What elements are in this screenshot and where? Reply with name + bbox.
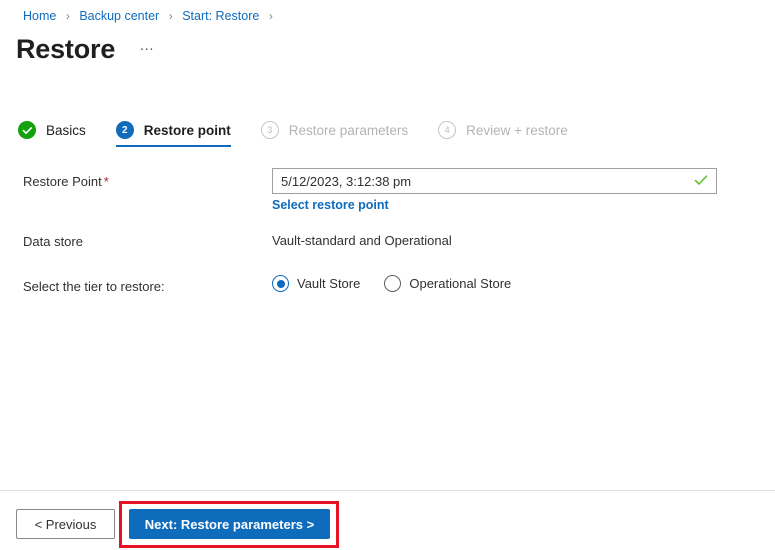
- breadcrumb-separator-icon: ›: [268, 9, 273, 23]
- restore-point-label-text: Restore Point: [23, 174, 102, 189]
- more-options-icon[interactable]: …: [135, 37, 159, 55]
- breadcrumb: Home › Backup center › Start: Restore ›: [23, 8, 279, 24]
- tab-restore-parameters-label: Restore parameters: [288, 122, 409, 138]
- tab-restore-point-label: Restore point: [143, 122, 231, 138]
- radio-unselected-icon: [384, 275, 402, 292]
- restore-point-label: Restore Point *: [23, 168, 272, 191]
- active-tab-underline: [115, 145, 231, 147]
- form-row-data-store: Data store Vault-standard and Operationa…: [23, 228, 452, 251]
- tab-restore-point[interactable]: 2 Restore point: [115, 113, 231, 147]
- form-row-restore-point: Restore Point* Select restore point: [23, 168, 717, 214]
- restore-point-input-wrapper: [272, 168, 717, 194]
- select-restore-point-link[interactable]: Select restore point: [272, 198, 389, 212]
- step-number-badge: 2: [115, 121, 134, 139]
- form-row-tier: Select the tier to restore: Vault Store …: [23, 273, 535, 296]
- breadcrumb-separator-icon: ›: [65, 9, 70, 23]
- step-number-badge: 4: [438, 121, 457, 139]
- previous-button[interactable]: < Previous: [16, 509, 115, 539]
- restore-point-input[interactable]: [272, 168, 717, 194]
- step-number-badge: 3: [260, 121, 279, 139]
- page-header: Restore …: [16, 33, 159, 65]
- radio-selected-icon: [272, 275, 289, 292]
- next-restore-parameters-button[interactable]: Next: Restore parameters >: [129, 509, 330, 539]
- tab-basics[interactable]: Basics: [18, 113, 86, 147]
- breadcrumb-item-home[interactable]: Home: [23, 9, 56, 23]
- radio-operational-store[interactable]: Operational Store: [384, 275, 511, 292]
- tab-review-restore[interactable]: 4 Review + restore: [438, 113, 568, 147]
- tab-restore-parameters[interactable]: 3 Restore parameters: [260, 113, 409, 147]
- tab-review-restore-label: Review + restore: [466, 122, 568, 138]
- tab-basics-label: Basics: [46, 122, 86, 138]
- data-store-control: Vault-standard and Operational: [272, 228, 452, 250]
- radio-vault-store[interactable]: Vault Store: [272, 275, 360, 292]
- breadcrumb-item-start-restore[interactable]: Start: Restore: [182, 9, 259, 23]
- radio-operational-store-label: Operational Store: [409, 276, 512, 291]
- radio-vault-store-label: Vault Store: [297, 276, 361, 291]
- restore-point-control: Select restore point: [272, 168, 717, 214]
- required-asterisk: *: [103, 174, 109, 189]
- tier-control: Vault Store Operational Store: [272, 273, 535, 292]
- breadcrumb-item-backup-center[interactable]: Backup center: [79, 9, 159, 23]
- breadcrumb-separator-icon: ›: [168, 9, 173, 23]
- data-store-value: Vault-standard and Operational: [272, 233, 452, 248]
- wizard-step-tabs: Basics 2 Restore point 3 Restore paramet…: [18, 113, 598, 149]
- wizard-footer: < Previous Next: Restore parameters >: [0, 491, 775, 550]
- page-title: Restore: [16, 34, 116, 64]
- tier-label: Select the tier to restore:: [23, 279, 165, 294]
- data-store-label: Data store: [23, 234, 83, 249]
- tier-radio-group: Vault Store Operational Store: [272, 273, 535, 292]
- step-check-icon: [18, 121, 36, 139]
